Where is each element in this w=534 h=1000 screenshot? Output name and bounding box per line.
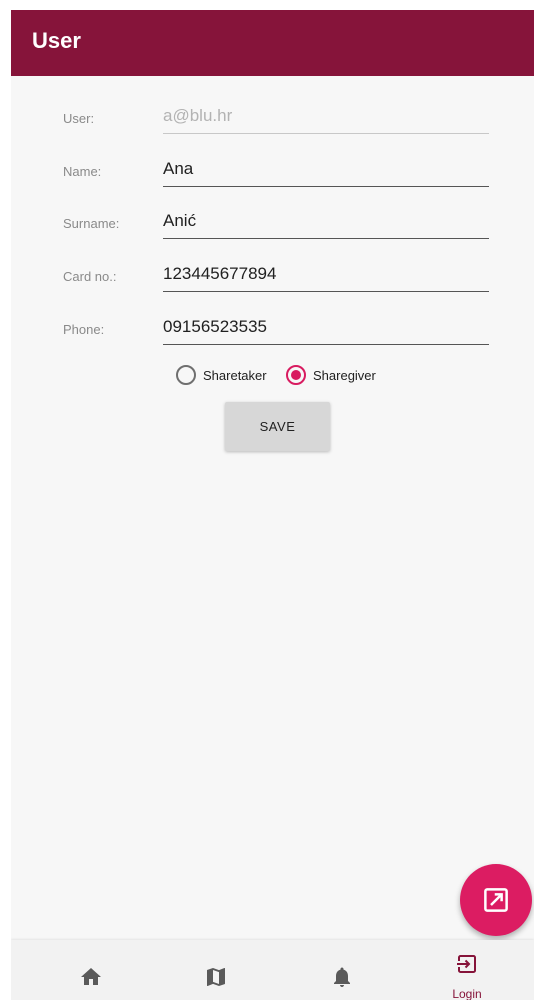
- name-label: Name:: [63, 164, 102, 179]
- name-row: Name: Ana: [11, 152, 534, 192]
- nav-item-home[interactable]: [41, 940, 141, 1000]
- open-external-fab[interactable]: [460, 864, 532, 936]
- bottom-navigation: Login: [11, 940, 534, 1000]
- card-row: Card no.: 123445677894: [11, 257, 534, 297]
- phone-field-underline: [163, 344, 489, 345]
- sharetaker-label: Sharetaker: [203, 367, 267, 383]
- card-label: Card no.:: [63, 269, 117, 284]
- user-row: User: a@blu.hr: [11, 99, 534, 139]
- home-icon: [81, 968, 101, 985]
- user-label: User:: [63, 111, 95, 126]
- sharegiver-label: Sharegiver: [313, 367, 376, 383]
- nav-item-login[interactable]: Login: [417, 940, 517, 1000]
- page-title: User: [32, 28, 81, 53]
- radio-checked-icon[interactable]: [286, 365, 306, 385]
- user-screen: User User: a@blu.hr Name: Ana Surname: A…: [11, 10, 534, 1000]
- save-button[interactable]: SAVE: [225, 402, 330, 451]
- nav-item-notifications[interactable]: [292, 940, 392, 1000]
- nav-item-map[interactable]: [166, 940, 266, 1000]
- surname-label: Surname:: [63, 216, 120, 231]
- card-field-underline: [163, 291, 489, 292]
- login-icon: [457, 955, 476, 973]
- phone-input[interactable]: 09156523535: [163, 317, 267, 337]
- card-number-input[interactable]: 123445677894: [163, 264, 276, 284]
- app-bar: User: [11, 10, 534, 76]
- phone-row: Phone: 09156523535: [11, 310, 534, 350]
- surname-row: Surname: Anić: [11, 204, 534, 244]
- name-input[interactable]: Ana: [163, 159, 193, 179]
- bell-icon: [334, 967, 350, 987]
- sharegiver-radio[interactable]: Sharegiver: [286, 361, 376, 389]
- open-in-new-icon: [484, 888, 508, 912]
- map-icon: [207, 968, 225, 986]
- nav-label-login: Login: [452, 987, 482, 1000]
- phone-label: Phone:: [63, 322, 105, 337]
- role-radio-group: Sharetaker Sharegiver: [176, 361, 416, 389]
- sharetaker-radio[interactable]: Sharetaker: [176, 361, 267, 389]
- surname-input[interactable]: Anić: [163, 211, 196, 231]
- user-email-field: a@blu.hr: [163, 106, 233, 125]
- name-field-underline: [163, 186, 489, 187]
- user-field-underline: [163, 133, 489, 134]
- radio-unchecked-icon[interactable]: [176, 365, 196, 385]
- surname-field-underline: [163, 238, 489, 239]
